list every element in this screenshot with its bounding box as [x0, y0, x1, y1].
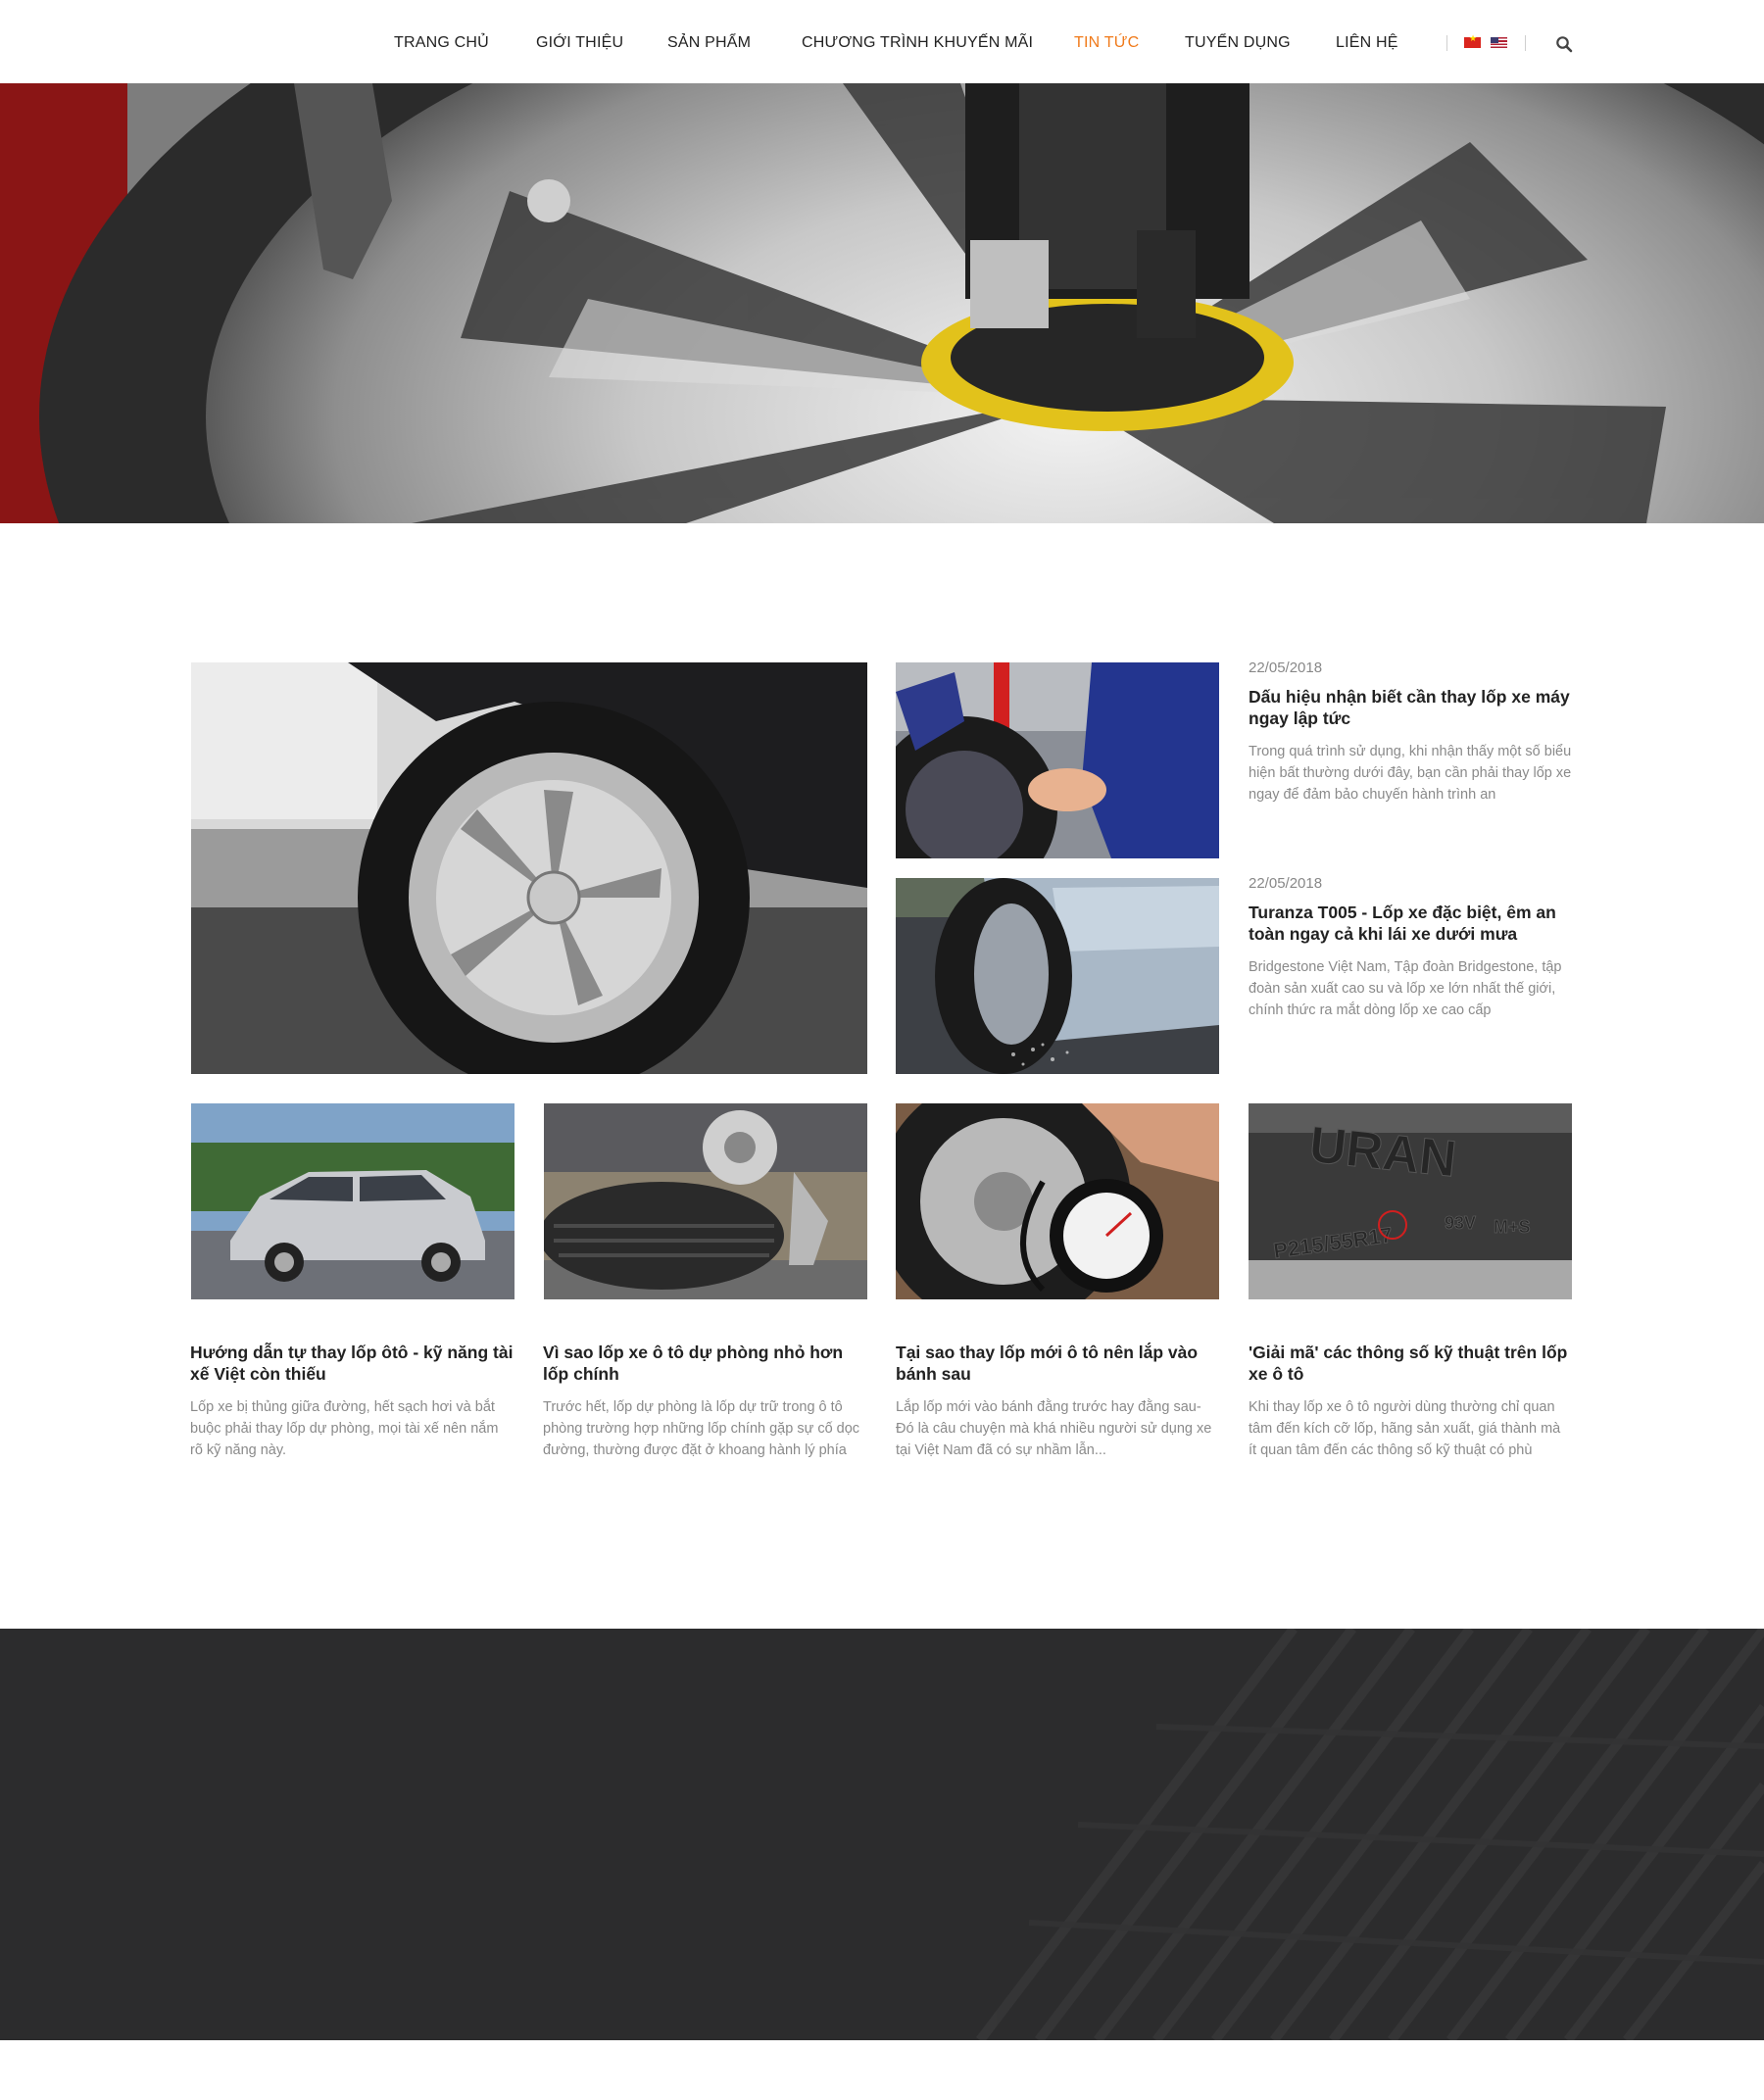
article-date: 22/05/2018 [1249, 875, 1323, 892]
search-icon[interactable] [1555, 35, 1573, 53]
article-title[interactable]: Vì sao lốp xe ô tô dự phòng nhỏ hơn lốp … [543, 1342, 866, 1385]
article-title[interactable]: 'Giải mã' các thông số kỹ thuật trên lốp… [1249, 1342, 1572, 1385]
nav-item-news[interactable]: TIN TỨC [1074, 34, 1139, 52]
tire-load-marking: 93V [1445, 1213, 1476, 1233]
news-card-4: 'Giải mã' các thông số kỹ thuật trên lốp… [1249, 1342, 1572, 1461]
tire-tread-pattern [976, 1629, 1764, 2040]
tire-season-marking: M+S [1494, 1217, 1531, 1237]
hero-banner [0, 83, 1764, 523]
article-excerpt: Khi thay lốp xe ô tô người dùng thường c… [1249, 1399, 1561, 1458]
article-date: 22/05/2018 [1249, 659, 1323, 676]
news-card-3: Tại sao thay lốp mới ô tô nên lắp vào bá… [896, 1342, 1219, 1461]
article-title[interactable]: Tại sao thay lốp mới ô tô nên lắp vào bá… [896, 1342, 1219, 1385]
article-title[interactable]: Turanza T005 - Lốp xe đặc biệt, êm an to… [1249, 902, 1572, 945]
nav-item-contact[interactable]: LIÊN HỆ [1336, 34, 1398, 52]
article-excerpt: Lốp xe bị thủng giữa đường, hết sạch hơi… [190, 1399, 499, 1458]
card-image-pressure-gauge[interactable] [896, 1103, 1219, 1299]
nav-item-products[interactable]: SẢN PHẨM [667, 34, 751, 52]
card-image-tire-markings[interactable]: URAN P215/55R17 93V M+S [1249, 1103, 1572, 1299]
featured-article-1: 22/05/2018 Dấu hiệu nhận biết cần thay l… [1249, 659, 1572, 806]
article-excerpt: Trong quá trình sử dụng, khi nhận thấy m… [1249, 744, 1572, 803]
nav-item-promotions[interactable]: CHƯƠNG TRÌNH KHUYẾN MÃI [802, 34, 1033, 52]
nav-item-about[interactable]: GIỚI THIỆU [536, 34, 623, 52]
card-image-spare-tire[interactable] [544, 1103, 867, 1299]
nav-divider [1446, 35, 1447, 51]
featured-article-2: 22/05/2018 Turanza T005 - Lốp xe đặc biệ… [1249, 875, 1572, 1021]
hero-wheel-image [0, 83, 1764, 523]
featured-large-image[interactable] [191, 662, 867, 1074]
nav-item-careers[interactable]: TUYỂN DỤNG [1185, 34, 1291, 52]
article-title[interactable]: Dấu hiệu nhận biết cần thay lốp xe máy n… [1249, 686, 1572, 729]
article-excerpt: Trước hết, lốp dự phòng là lốp dự trữ tr… [543, 1399, 860, 1458]
nav-divider [1525, 35, 1526, 51]
site-header: TRANG CHỦ GIỚI THIỆU SẢN PHẨM CHƯƠNG TRÌ… [0, 0, 1764, 83]
vn-flag-icon[interactable] [1464, 34, 1481, 48]
article-title[interactable]: Hướng dẫn tự thay lốp ôtô - kỹ năng tài … [190, 1342, 514, 1385]
news-card-2: Vì sao lốp xe ô tô dự phòng nhỏ hơn lốp … [543, 1342, 866, 1461]
news-card-1: Hướng dẫn tự thay lốp ôtô - kỹ năng tài … [190, 1342, 514, 1461]
featured-image-rain-tire[interactable] [896, 878, 1219, 1074]
site-footer [0, 1629, 1764, 2040]
main-nav: TRANG CHỦ GIỚI THIỆU SẢN PHẨM CHƯƠNG TRÌ… [0, 0, 1764, 83]
card-image-minivan[interactable] [191, 1103, 514, 1299]
us-flag-icon[interactable] [1491, 37, 1507, 48]
nav-item-home[interactable]: TRANG CHỦ [394, 34, 489, 52]
article-excerpt: Bridgestone Việt Nam, Tập đoàn Bridgesto… [1249, 959, 1562, 1018]
article-excerpt: Lắp lốp mới vào bánh đằng trước hay đằng… [896, 1399, 1212, 1458]
featured-image-motorbike[interactable] [896, 662, 1219, 858]
